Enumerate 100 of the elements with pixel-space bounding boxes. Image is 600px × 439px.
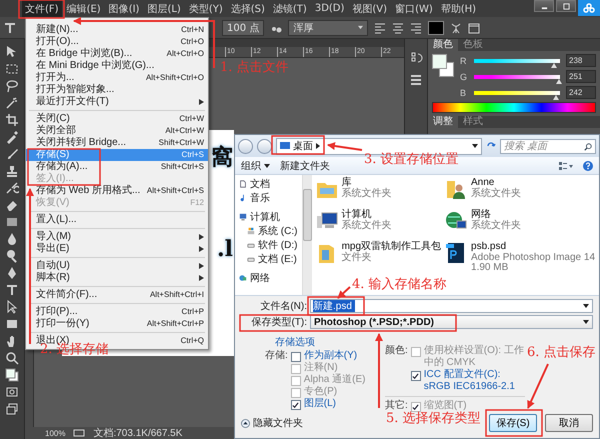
menu-item[interactable]: 选择(S) — [228, 0, 268, 17]
menu-item[interactable]: 滤镜(T) — [270, 0, 310, 17]
menu-item[interactable]: 视图(V) — [349, 0, 390, 17]
menu-entry[interactable]: 在 Mini Bridge 中浏览(G)... — [26, 60, 208, 72]
dialog-button[interactable]: 取消 — [545, 414, 593, 432]
back-button[interactable] — [238, 138, 253, 154]
menu-entry[interactable]: 自动(U) — [26, 260, 208, 272]
help-icon[interactable] — [583, 160, 593, 170]
menu-entry[interactable]: 存储为 Web 所用格式... Alt+Shift+Ctrl+S — [26, 185, 208, 197]
panel-tab[interactable]: 颜色 — [428, 39, 458, 51]
dialog-button[interactable]: 保存(S) — [489, 414, 537, 432]
zoom-tool-icon[interactable] — [5, 351, 19, 365]
screen-mode-icon[interactable] — [5, 402, 19, 416]
minimize-button[interactable] — [534, 0, 554, 12]
file-item[interactable]: mpg双雷轨制作工具包 文件夹 — [316, 242, 442, 274]
text-color-swatch[interactable] — [428, 20, 444, 34]
checkbox-option[interactable]: 图层(L) — [290, 398, 366, 410]
menu-entry[interactable]: 导入(M) — [26, 231, 208, 243]
align-center-icon[interactable] — [392, 22, 404, 34]
sidebar-item[interactable]: 系统 (C:) — [239, 224, 302, 238]
menu-entry[interactable]: 关闭(C) Ctrl+W — [26, 113, 208, 125]
sidebar-item[interactable]: 文档 (E:) — [239, 252, 302, 266]
menu-entry[interactable]: 最近打开文件(T) — [26, 96, 208, 108]
menu-entry[interactable]: 打开为... Alt+Shift+Ctrl+O — [26, 72, 208, 84]
menu-entry[interactable]: 关闭全部 Alt+Ctrl+W — [26, 125, 208, 137]
type-tool-icon[interactable] — [4, 22, 16, 34]
menu-entry[interactable]: 存储为(A)... Shift+Ctrl+S — [26, 161, 208, 173]
sidebar-item[interactable]: 网络 — [239, 271, 302, 285]
dropdown-caret-icon[interactable] — [583, 304, 589, 308]
menu-entry[interactable]: 置入(L)... — [26, 214, 208, 226]
menu-entry[interactable]: 打开为智能对象... — [26, 84, 208, 96]
font-size-field[interactable]: 100 点 — [222, 20, 264, 36]
file-item[interactable]: 网络 系统文件夹 — [445, 210, 522, 242]
properties-panel-icon[interactable] — [409, 73, 423, 87]
panel-tab[interactable]: 样式 — [458, 116, 488, 128]
rectangle-tool-icon[interactable] — [5, 317, 19, 331]
sidebar-item[interactable]: 文档 — [239, 177, 302, 191]
dropdown-caret-icon[interactable] — [472, 144, 478, 148]
forward-button[interactable] — [257, 138, 272, 154]
new-folder-button[interactable]: 新建文件夹 — [280, 158, 330, 172]
file-type-select[interactable]: Photoshop (*.PSD;*.PDD) — [310, 315, 593, 329]
dodge-tool-icon[interactable] — [5, 249, 19, 263]
channel-value-field[interactable]: 238 — [566, 54, 596, 67]
warp-text-icon[interactable] — [450, 22, 462, 34]
history-brush-icon[interactable] — [5, 181, 19, 195]
sidebar-item[interactable]: 软件 (D:) — [239, 238, 302, 252]
align-left-icon[interactable] — [374, 22, 386, 34]
blur-tool-icon[interactable] — [5, 232, 19, 246]
menu-item[interactable]: 窗口(W) — [392, 0, 436, 17]
checkbox-option[interactable]: 作为副本(Y) — [290, 350, 366, 362]
channel-value-field[interactable]: 242 — [566, 86, 596, 99]
menu-item[interactable]: 文件(F) — [22, 0, 62, 17]
file-name-field[interactable]: 新建.psd — [310, 299, 593, 313]
file-item[interactable]: Anne 系统文件夹 — [445, 178, 522, 210]
file-item[interactable]: psb.psd Adobe Photoshop Image 14 1.90 MB — [445, 242, 595, 274]
menu-entry[interactable]: 导出(E) — [26, 243, 208, 255]
menu-item[interactable]: 类型(Y) — [186, 0, 226, 17]
menu-entry[interactable]: 打印(P)... Ctrl+P — [26, 306, 208, 318]
align-right-icon[interactable] — [410, 22, 422, 34]
color-swatches-icon[interactable] — [5, 368, 19, 382]
view-options-icon[interactable] — [559, 160, 573, 170]
menu-entry[interactable]: 脚本(R) — [26, 272, 208, 284]
file-item[interactable]: 库 系统文件夹 — [316, 178, 392, 210]
panel-toggle-icon[interactable] — [468, 22, 480, 34]
path-select-icon[interactable] — [5, 300, 19, 314]
hide-folders-toggle[interactable]: 隐藏文件夹 — [241, 416, 303, 430]
menu-item[interactable]: 编辑(E) — [64, 0, 104, 17]
color-swatches[interactable] — [432, 54, 454, 78]
color-spectrum[interactable] — [432, 102, 596, 113]
menu-item[interactable]: 帮助(H) — [438, 0, 480, 17]
gradient-tool-icon[interactable] — [5, 215, 19, 229]
wand-tool-icon[interactable] — [5, 96, 19, 110]
slider-thumb[interactable] — [551, 62, 558, 68]
menu-entry[interactable]: 文件简介(F)... Alt+Shift+Ctrl+I — [26, 289, 208, 301]
stamp-tool-icon[interactable] — [5, 164, 19, 178]
file-item[interactable]: 计算机 系统文件夹 — [316, 210, 392, 242]
crop-tool-icon[interactable] — [5, 113, 19, 127]
scrollbar-thumb[interactable] — [302, 189, 312, 241]
marquee-tool-icon[interactable] — [5, 62, 19, 76]
panel-tab[interactable]: 调整 — [428, 116, 458, 128]
quick-mask-icon[interactable] — [5, 385, 19, 399]
search-field[interactable]: 搜索 桌面 — [500, 138, 596, 154]
pen-tool-icon[interactable] — [5, 266, 19, 280]
maximize-button[interactable] — [556, 0, 576, 12]
menu-entry[interactable]: 打开(O)... Ctrl+O — [26, 36, 208, 48]
organize-button[interactable]: 组织 — [241, 158, 270, 172]
eraser-tool-icon[interactable] — [5, 198, 19, 212]
sidebar-item[interactable]: 计算机 — [239, 210, 302, 224]
menu-item[interactable]: 3D(D) — [312, 0, 348, 17]
sidebar-item[interactable]: 音乐 — [239, 191, 302, 205]
menu-entry[interactable]: 打印一份(Y) Alt+Shift+Ctrl+P — [26, 318, 208, 330]
checkbox-option[interactable]: ICC 配置文件(C): sRGB IEC61966-2.1 — [410, 369, 525, 393]
menu-entry[interactable]: 关闭并转到 Bridge... Shift+Ctrl+W — [26, 137, 208, 149]
panel-tab[interactable]: 色板 — [458, 39, 488, 51]
eyedropper-tool-icon[interactable] — [5, 130, 19, 144]
menu-entry[interactable]: 在 Bridge 中浏览(B)... Alt+Ctrl+O — [26, 48, 208, 60]
type-tool-icon[interactable] — [5, 283, 19, 297]
brush-tool-icon[interactable] — [5, 147, 19, 161]
antialias-select[interactable]: 浑厚 — [288, 20, 368, 36]
menu-entry[interactable]: 新建(N)... Ctrl+N — [26, 24, 208, 36]
